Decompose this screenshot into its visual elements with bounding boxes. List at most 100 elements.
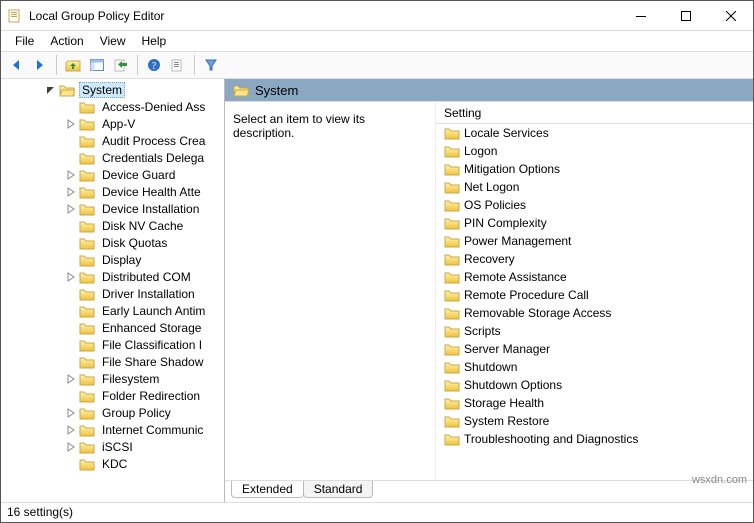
list-item-label: Scripts (464, 324, 501, 338)
tree-node[interactable]: App-V (1, 115, 224, 132)
tree-label: Access-Denied Ass (99, 100, 208, 114)
list-item[interactable]: Remote Procedure Call (436, 286, 753, 304)
body: System Access-Denied AssApp-VAudit Proce… (1, 79, 753, 502)
chevron-right-icon[interactable] (65, 271, 77, 283)
show-hide-tree-button[interactable] (86, 54, 108, 76)
tab-standard[interactable]: Standard (303, 481, 374, 498)
tree-node[interactable]: File Share Shadow (1, 353, 224, 370)
list-item[interactable]: OS Policies (436, 196, 753, 214)
folder-icon (79, 338, 95, 352)
tree-pane[interactable]: System Access-Denied AssApp-VAudit Proce… (1, 79, 225, 502)
folder-icon (79, 423, 95, 437)
chevron-right-icon[interactable] (65, 407, 77, 419)
menu-action[interactable]: Action (42, 32, 91, 50)
minimize-button[interactable] (618, 1, 663, 30)
tree-node[interactable]: Group Policy (1, 404, 224, 421)
folder-icon (79, 253, 95, 267)
close-button[interactable] (708, 1, 753, 30)
list-item-label: Remote Procedure Call (464, 288, 589, 302)
chevron-right-icon[interactable] (65, 373, 77, 385)
tree-node[interactable]: Device Guard (1, 166, 224, 183)
list-item[interactable]: Locale Services (436, 124, 753, 142)
help-button[interactable]: ? (143, 54, 165, 76)
folder-icon (79, 117, 95, 131)
list-item[interactable]: Storage Health (436, 394, 753, 412)
tree-node[interactable]: Distributed COM (1, 268, 224, 285)
chevron-right-icon[interactable] (65, 441, 77, 453)
folder-open-icon (233, 83, 249, 97)
tree-node[interactable]: Folder Redirection (1, 387, 224, 404)
list-item[interactable]: Power Management (436, 232, 753, 250)
list-item[interactable]: Removable Storage Access (436, 304, 753, 322)
folder-icon (79, 355, 95, 369)
menu-file[interactable]: File (7, 32, 42, 50)
settings-list[interactable]: Locale Services LogonMitigation OptionsNe… (436, 124, 753, 480)
list-item-label: Troubleshooting and Diagnostics (464, 432, 638, 446)
list-item[interactable]: Logon (436, 142, 753, 160)
folder-icon (444, 306, 460, 320)
export-button[interactable] (110, 54, 132, 76)
tree-node[interactable]: iSCSI (1, 438, 224, 455)
list-item-label: Locale Services (464, 126, 549, 140)
list-item[interactable]: Server Manager (436, 340, 753, 358)
folder-icon (79, 151, 95, 165)
list-item[interactable]: Remote Assistance (436, 268, 753, 286)
menu-help[interactable]: Help (134, 32, 175, 50)
tree-label: Filesystem (99, 372, 162, 386)
tree-node[interactable]: Internet Communic (1, 421, 224, 438)
tree-label: Folder Redirection (99, 389, 203, 403)
tree-node[interactable]: Early Launch Antim (1, 302, 224, 319)
folder-icon (79, 440, 95, 454)
tree-node[interactable]: Audit Process Crea (1, 132, 224, 149)
folder-icon (444, 288, 460, 302)
list-item[interactable]: Net Logon (436, 178, 753, 196)
chevron-right-icon[interactable] (65, 118, 77, 130)
tree-node[interactable]: Enhanced Storage (1, 319, 224, 336)
chevron-right-icon[interactable] (65, 203, 77, 215)
folder-icon (444, 162, 460, 176)
forward-button[interactable] (29, 54, 51, 76)
folder-open-icon (59, 83, 75, 97)
tree-node[interactable]: Driver Installation (1, 285, 224, 302)
list-item[interactable]: Shutdown (436, 358, 753, 376)
folder-icon (444, 198, 460, 212)
list-item[interactable]: System Restore (436, 412, 753, 430)
folder-icon (79, 457, 95, 471)
chevron-right-icon[interactable] (65, 424, 77, 436)
tree-node[interactable]: KDC (1, 455, 224, 472)
tree-node[interactable]: Credentials Delega (1, 149, 224, 166)
list-item[interactable]: Mitigation Options (436, 160, 753, 178)
tree-node[interactable]: Disk NV Cache (1, 217, 224, 234)
list-item[interactable]: Recovery (436, 250, 753, 268)
properties-button[interactable] (167, 54, 189, 76)
chevron-down-icon[interactable] (45, 84, 57, 96)
list-item[interactable]: Scripts (436, 322, 753, 340)
folder-icon (444, 342, 460, 356)
tree-node[interactable]: File Classification I (1, 336, 224, 353)
tabs: Extended Standard (225, 480, 753, 502)
filter-button[interactable] (200, 54, 222, 76)
up-button[interactable] (62, 54, 84, 76)
chevron-right-icon[interactable] (65, 169, 77, 181)
tree-node[interactable]: Filesystem (1, 370, 224, 387)
folder-icon (79, 134, 95, 148)
maximize-button[interactable] (663, 1, 708, 30)
tree-node[interactable]: Display (1, 251, 224, 268)
folder-icon (444, 324, 460, 338)
tree-node[interactable]: Disk Quotas (1, 234, 224, 251)
tree-label: Disk NV Cache (99, 219, 186, 233)
tree-node[interactable]: Access-Denied Ass (1, 98, 224, 115)
tree: System Access-Denied AssApp-VAudit Proce… (1, 79, 224, 478)
tree-node[interactable]: Device Health Atte (1, 183, 224, 200)
tree-label: Driver Installation (99, 287, 198, 301)
tab-extended[interactable]: Extended (231, 481, 304, 498)
chevron-right-icon[interactable] (65, 186, 77, 198)
column-header-setting[interactable]: Setting (436, 102, 753, 124)
list-item[interactable]: PIN Complexity (436, 214, 753, 232)
tree-node[interactable]: Device Installation (1, 200, 224, 217)
menu-view[interactable]: View (92, 32, 134, 50)
list-item[interactable]: Troubleshooting and Diagnostics (436, 430, 753, 448)
list-item[interactable]: Shutdown Options (436, 376, 753, 394)
back-button[interactable] (5, 54, 27, 76)
tree-node-system[interactable]: System (1, 81, 224, 98)
